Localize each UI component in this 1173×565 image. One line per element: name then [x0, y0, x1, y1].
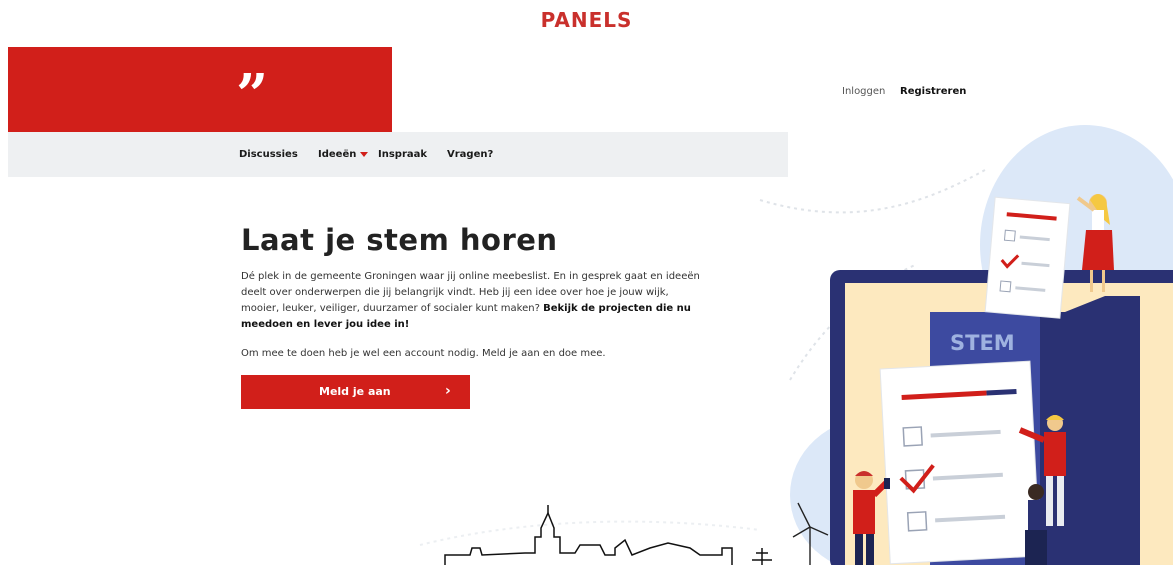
login-link[interactable]: Inloggen	[842, 86, 885, 97]
header-brand-banner	[8, 47, 392, 132]
ballot-box-front	[930, 312, 1040, 565]
phone-icon	[884, 478, 890, 489]
account-note: Om mee te doen heb je wel een account no…	[241, 348, 606, 359]
nav-item-vragen[interactable]: Vragen?	[447, 149, 493, 160]
woman-figure-bottom	[1025, 484, 1047, 565]
man-figure-right	[1018, 415, 1066, 526]
signup-button-label: Meld je aan	[319, 385, 391, 398]
ballot-box-label: STEM	[950, 331, 1015, 355]
ballot-box	[930, 296, 1140, 565]
ballot-card-large	[879, 360, 1041, 565]
monitor-screen	[845, 283, 1173, 565]
nav-item-discussies[interactable]: Discussies	[239, 149, 298, 160]
dotted-path-decoration	[789, 264, 916, 381]
dotted-path-decoration	[419, 520, 761, 546]
dotted-path-decoration	[759, 169, 986, 214]
city-skyline-drawing	[444, 505, 772, 565]
quote-logo-icon[interactable]: ”	[236, 67, 276, 123]
nav-item-inspraak[interactable]: Inspraak	[378, 149, 427, 160]
checkmark-icon	[1000, 254, 1020, 269]
page-title: Laat je stem horen	[241, 223, 558, 257]
background-blob	[790, 417, 960, 565]
man-figure-left	[853, 471, 890, 565]
register-link[interactable]: Registreren	[900, 86, 966, 97]
caret-down-icon	[360, 151, 369, 157]
nav-item-ideeen[interactable]: Ideeën	[318, 149, 369, 160]
chevron-right-icon: ›	[445, 383, 451, 399]
background-blob	[980, 125, 1173, 365]
nav-item-ideeen-label: Ideeën	[318, 149, 357, 160]
woman-figure	[1076, 194, 1114, 292]
panels-label: PANELS	[540, 8, 633, 32]
wind-turbine-icon	[792, 502, 829, 565]
monitor-frame	[830, 270, 1173, 565]
hero-intro-text: Dé plek in de gemeente Groningen waar ji…	[241, 269, 706, 333]
signup-button[interactable]: Meld je aan ›	[241, 375, 470, 409]
ballot-card-small	[984, 196, 1071, 319]
checkmark-icon	[899, 464, 935, 494]
